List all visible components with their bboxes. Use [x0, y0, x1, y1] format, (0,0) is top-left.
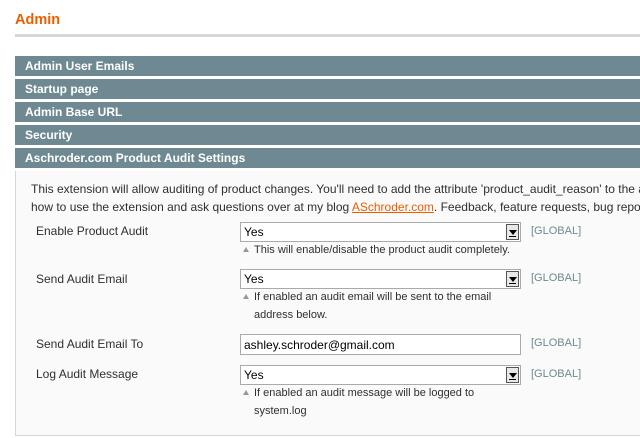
description-line-2: how to use the extension and ask questio… — [31, 198, 640, 216]
note-text-continued: system.log — [254, 405, 307, 417]
enable-product-audit-select[interactable]: Yes — [240, 222, 521, 242]
log-audit-message-label: Log Audit Message — [36, 367, 139, 381]
note-text: If enabled an audit email will be sent t… — [254, 291, 492, 303]
section-header-security[interactable]: Security — [15, 125, 640, 146]
send-audit-email-to-input[interactable] — [240, 334, 521, 355]
page-title: Admin — [15, 12, 61, 28]
send-audit-email-value: Yes — [244, 272, 264, 286]
note-text-continued: address below. — [254, 309, 328, 321]
enable-product-audit-label: Enable Product Audit — [36, 224, 149, 238]
section-header-product-audit-settings[interactable]: Aschroder.com Product Audit Settings — [15, 148, 640, 169]
extension-description: This extension will allow auditing of pr… — [31, 180, 640, 216]
section-header-startup-page[interactable]: Startup page — [15, 79, 640, 100]
scope-label: [GLOBAL] — [531, 337, 582, 349]
note-triangle-icon — [243, 390, 249, 395]
log-audit-message-value: Yes — [244, 368, 264, 382]
note-text: This will enable/disable the product aud… — [254, 244, 510, 256]
send-audit-email-select[interactable]: Yes — [240, 269, 521, 289]
aschroder-link[interactable]: ASchroder.com — [352, 200, 434, 214]
section-header-admin-base-url[interactable]: Admin Base URL — [15, 102, 640, 123]
description-text: how to use the extension and ask questio… — [31, 200, 352, 214]
scope-label: [GLOBAL] — [531, 272, 582, 284]
scope-label: [GLOBAL] — [531, 225, 582, 237]
description-text-tail: . Feedback, feature requests, bug report… — [433, 200, 640, 214]
description-line-1: This extension will allow auditing of pr… — [31, 182, 640, 196]
note-triangle-icon — [243, 247, 249, 252]
enable-product-audit-note: This will enable/disable the product aud… — [243, 241, 523, 259]
enable-product-audit-value: Yes — [244, 225, 264, 239]
note-triangle-icon — [243, 294, 249, 299]
log-audit-message-select[interactable]: Yes — [240, 365, 521, 385]
log-audit-message-note: If enabled an audit message will be logg… — [243, 384, 523, 420]
send-audit-email-note: If enabled an audit email will be sent t… — [243, 288, 523, 324]
dropdown-arrow-icon[interactable] — [506, 224, 519, 240]
section-header-admin-user-emails[interactable]: Admin User Emails — [15, 56, 640, 77]
dropdown-arrow-icon[interactable] — [506, 271, 519, 287]
send-audit-email-label: Send Audit Email — [36, 272, 128, 286]
dropdown-arrow-icon[interactable] — [506, 367, 519, 383]
scope-label: [GLOBAL] — [531, 368, 582, 380]
send-audit-email-to-label: Send Audit Email To — [36, 337, 144, 351]
note-text: If enabled an audit message will be logg… — [254, 387, 475, 399]
title-divider — [15, 34, 640, 37]
